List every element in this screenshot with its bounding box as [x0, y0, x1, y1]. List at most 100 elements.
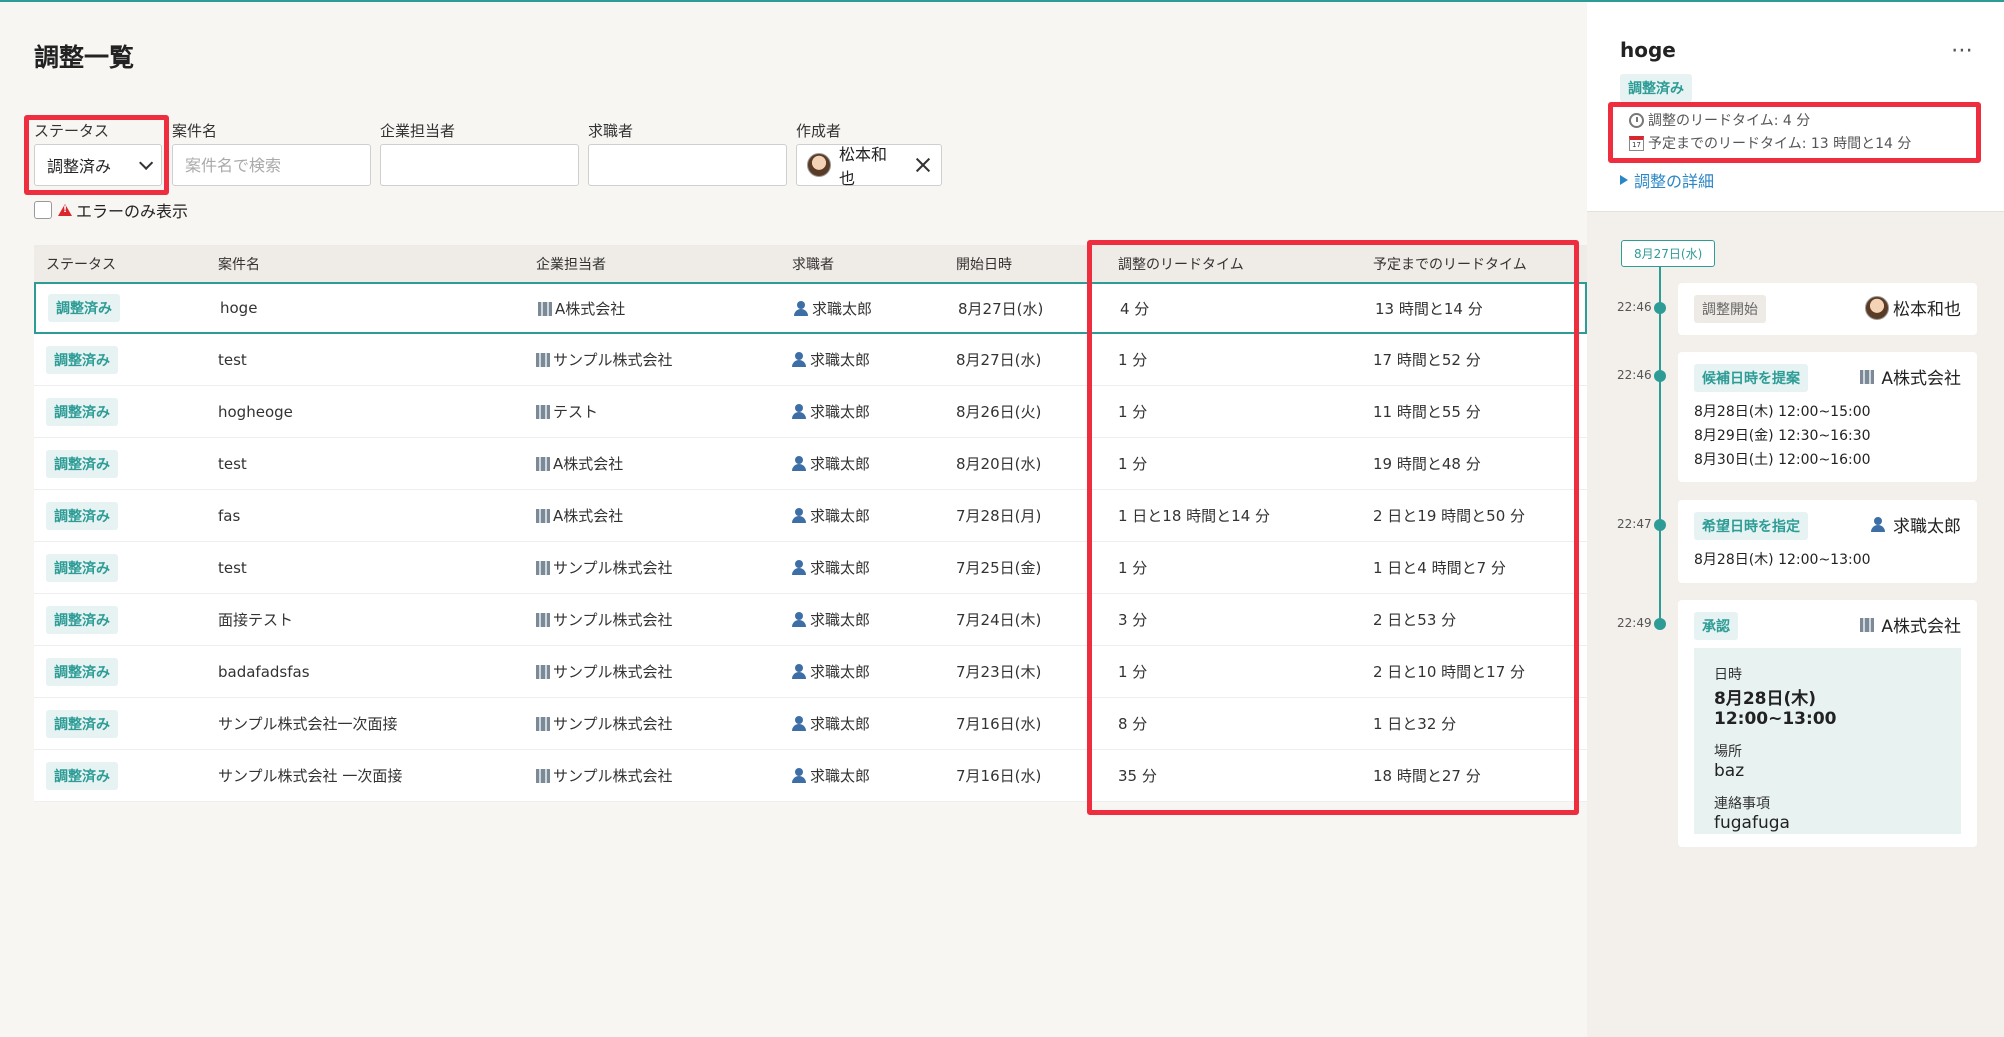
event-label: 希望日時を指定 [1694, 512, 1808, 540]
table-row[interactable]: 調整済み badafadsfas サンプル株式会社 求職太郎 7月23日(木) 1 分 2 … [34, 646, 1587, 698]
slot-line: 8月28日(木) 12:00~15:00 [1694, 404, 1871, 420]
close-icon[interactable] [915, 157, 931, 173]
table-row[interactable]: 調整済み test A株式会社 求職太郎 8月20日(水) 1 分 19 時間と48 分 [34, 438, 1587, 490]
case-name: hoge [220, 299, 258, 317]
company-cell: サンプル株式会社 [536, 557, 673, 578]
details-link[interactable]: 調整の詳細 [1620, 168, 1714, 192]
status-badge: 調整済み [46, 449, 118, 478]
error-only-checkbox[interactable] [34, 201, 52, 219]
person-icon [792, 508, 806, 523]
status-badge: 調整済み [46, 709, 118, 738]
event-card-approval: 承認 A株式会社 日時 8月28日(木) 12:00~13:00 場所 baz … [1678, 600, 1977, 847]
building-icon [538, 301, 552, 316]
until-time-text: 予定までのリードタイム: 13 時間と14 分 [1648, 136, 1912, 152]
table-row[interactable]: 調整済み fas A株式会社 求職太郎 7月28日(月) 1 日と18 時間と14 分 2 … [34, 490, 1587, 542]
until-time: 2 日と53 分 [1373, 611, 1457, 629]
timeline-dot [1654, 618, 1666, 630]
case-name: test [218, 558, 247, 577]
start-date: 7月25日(金) [956, 559, 1042, 577]
creator-chip[interactable]: 松本和也 [796, 144, 942, 188]
person-icon [792, 352, 806, 367]
event-actor-name: A株式会社 [1881, 617, 1961, 637]
seeker-name: 求職太郎 [810, 455, 871, 473]
company-field[interactable] [380, 144, 579, 186]
lead-time: 1 日と18 時間と14 分 [1118, 507, 1271, 525]
table-row[interactable]: 調整済み 面接テスト サンプル株式会社 求職太郎 7月24日(木) 3 分 2 日と53 分 [34, 594, 1587, 646]
col-company[interactable]: 企業担当者 [536, 254, 606, 274]
lead-time: 3 分 [1118, 611, 1148, 629]
status-badge: 調整済み [46, 761, 118, 790]
until-time-line: 17 予定までのリードタイム: 13 時間と14 分 [1629, 133, 1911, 153]
event-actor-name: A株式会社 [1881, 369, 1961, 389]
person-icon [792, 768, 806, 783]
building-icon [536, 717, 550, 731]
more-icon[interactable]: ⋯ [1951, 38, 1974, 63]
case-name: fas [218, 506, 241, 525]
seeker-field[interactable] [588, 144, 787, 186]
col-lead-time[interactable]: 調整のリードタイム [1118, 254, 1244, 274]
person-icon [792, 716, 806, 731]
seeker-name: 求職太郎 [810, 767, 871, 785]
approval-place-value: baz [1714, 761, 1745, 781]
col-status[interactable]: ステータス [46, 254, 116, 274]
table-row[interactable]: 調整済み サンプル株式会社 一次面接 サンプル株式会社 求職太郎 7月16日(水) 35 … [34, 750, 1587, 802]
col-until-time[interactable]: 予定までのリードタイム [1373, 254, 1527, 274]
company-cell: サンプル株式会社 [536, 349, 673, 370]
col-seeker[interactable]: 求職者 [792, 254, 834, 274]
table-row[interactable]: 調整済み hogheoge テスト 求職太郎 8月26日(火) 1 分 11 時間と55 分 [34, 386, 1587, 438]
status-cell: 調整済み [48, 294, 120, 322]
event-card-request: 希望日時を指定 求職太郎 8月28日(木) 12:00~13:00 [1678, 500, 1977, 583]
event-time: 22:49 [1617, 616, 1652, 630]
creator-filter-label: 作成者 [796, 122, 842, 140]
creator-name: 松本和也 [839, 145, 888, 188]
start-date: 7月28日(月) [956, 507, 1042, 525]
calendar-icon: 17 [1629, 135, 1644, 151]
company-cell: テスト [536, 401, 598, 422]
building-icon [1860, 369, 1875, 384]
approval-note-label: 連絡事項 [1714, 796, 1770, 812]
lead-time: 35 分 [1118, 767, 1157, 785]
start-date: 7月16日(水) [956, 767, 1042, 785]
panel-header: hoge ⋯ 調整済み 調整のリードタイム: 4 分 17 予定までのリードタイ… [1587, 2, 2004, 212]
table-body: 調整済み hoge A株式会社 求職太郎 8月27日(水) 4 分 13 時間と14 分調整… [34, 282, 1587, 802]
lead-time: 8 分 [1118, 715, 1148, 733]
warning-icon [58, 204, 72, 216]
case-search-input[interactable] [173, 145, 370, 185]
company-input[interactable] [381, 145, 578, 185]
company-name: テスト [553, 403, 599, 421]
table-row[interactable]: 調整済み test サンプル株式会社 求職太郎 8月27日(水) 1 分 17 時間と52 … [34, 334, 1587, 386]
start-date: 7月24日(木) [956, 611, 1042, 629]
event-actor: A株式会社 [1860, 364, 1961, 389]
error-only-toggle[interactable]: エラーのみ表示 [34, 198, 188, 222]
timeline-dot [1654, 519, 1666, 531]
status-badge: 調整済み [1620, 74, 1692, 102]
col-start[interactable]: 開始日時 [956, 254, 1012, 274]
event-time: 22:46 [1617, 300, 1652, 314]
status-badge: 調整済み [46, 657, 118, 686]
status-select[interactable]: 調整済み [34, 144, 162, 186]
table-row[interactable]: 調整済み test サンプル株式会社 求職太郎 7月25日(金) 1 分 1 日と4 時間と… [34, 542, 1587, 594]
building-icon [536, 769, 550, 783]
company-name: サンプル株式会社 [553, 663, 673, 681]
seeker-name: 求職太郎 [812, 299, 873, 318]
seeker-cell: 求職太郎 [792, 349, 870, 370]
case-search-field[interactable] [172, 144, 371, 186]
seeker-cell: 求職太郎 [794, 298, 872, 319]
case-name: サンプル株式会社一次面接 [218, 715, 398, 733]
status-cell: 調整済み [46, 657, 118, 686]
schedule-table: ステータス 案件名 企業担当者 求職者 開始日時 調整のリードタイム 予定までの… [34, 245, 1587, 802]
case-name: hogheoge [218, 402, 293, 421]
case-name: 面接テスト [218, 611, 294, 629]
company-filter-label: 企業担当者 [380, 122, 456, 140]
table-row[interactable]: 調整済み サンプル株式会社一次面接 サンプル株式会社 求職太郎 7月16日(水) 8 分 1… [34, 698, 1587, 750]
status-cell: 調整済み [46, 709, 118, 738]
panel-title: hoge [1620, 38, 1676, 62]
seeker-input[interactable] [589, 145, 786, 185]
company-cell: サンプル株式会社 [536, 713, 673, 734]
avatar [1865, 295, 1889, 320]
building-icon [1860, 617, 1875, 632]
seeker-cell: 求職太郎 [792, 401, 870, 422]
start-date: 8月26日(火) [956, 403, 1042, 421]
table-row[interactable]: 調整済み hoge A株式会社 求職太郎 8月27日(水) 4 分 13 時間と14 分 [34, 282, 1587, 334]
col-case[interactable]: 案件名 [218, 254, 260, 274]
